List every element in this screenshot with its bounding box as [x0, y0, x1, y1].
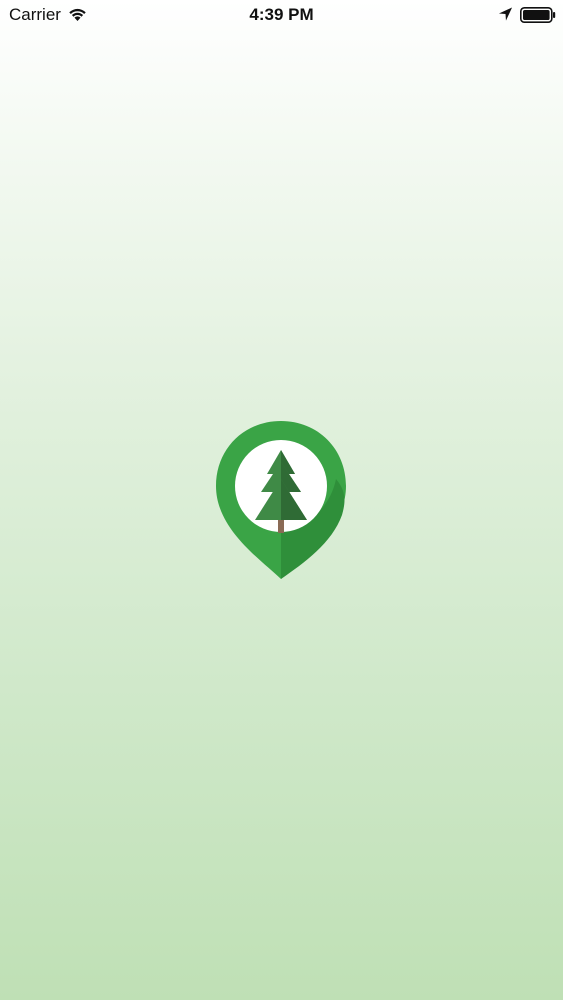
pine-tree-location-pin-logo	[216, 421, 346, 579]
status-time: 4:39 PM	[249, 5, 314, 24]
status-bar: Carrier 4:39 PM	[0, 0, 563, 30]
location-arrow-icon	[498, 7, 513, 21]
battery-icon	[520, 7, 556, 23]
splash-screen: Carrier 4:39 PM	[0, 0, 563, 1000]
